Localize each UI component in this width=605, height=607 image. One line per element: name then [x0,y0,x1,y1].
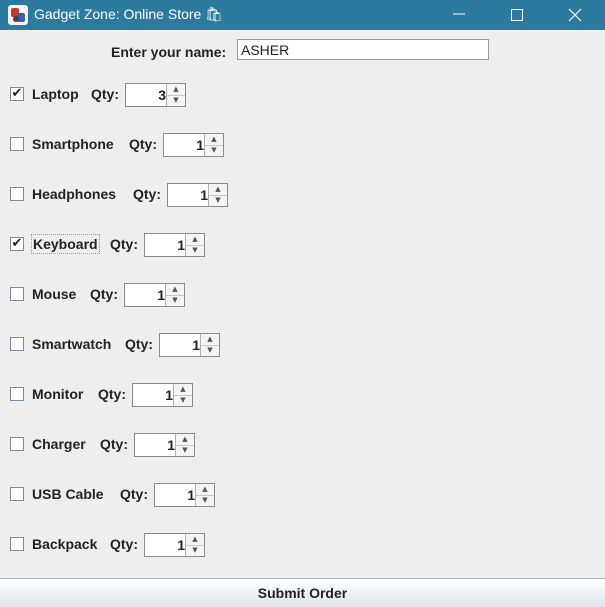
smartphone-label[interactable]: Smartphone [31,136,115,152]
qty-label: Qty: [91,86,119,102]
spinner-down-icon[interactable]: ▼ [209,195,227,206]
qty-label: Qty: [98,386,126,402]
title-bar[interactable]: Gadget Zone: Online Store 🛍 [0,0,605,30]
mouse-label[interactable]: Mouse [31,286,77,302]
product-row-usb-cable: USB Cable Qty: 1 ▲ ▼ [0,483,230,507]
product-row-charger: Charger Qty: 1 ▲ ▼ [0,433,210,457]
smartphone-qty-spinner[interactable]: 1 ▲ ▼ [163,133,224,157]
window-title: Gadget Zone: Online Store 🛍 [34,6,223,22]
charger-checkbox[interactable] [10,437,24,451]
spinner-down-icon[interactable]: ▼ [167,95,185,106]
qty-label: Qty: [110,536,138,552]
submit-order-button[interactable]: Submit Order [0,578,605,607]
smartphone-checkbox[interactable] [10,137,24,151]
qty-label: Qty: [125,336,153,352]
product-row-smartwatch: Smartwatch Qty: 1 ▲ ▼ [0,333,240,357]
usb-cable-qty-spinner[interactable]: 1 ▲ ▼ [154,483,215,507]
mouse-checkbox[interactable] [10,287,24,301]
keyboard-label[interactable]: Keyboard [31,234,100,254]
product-row-laptop: ✔ Laptop Qty: 3 ▲ ▼ [0,83,200,107]
close-button[interactable] [552,0,598,30]
smartphone-qty-value[interactable]: 1 [164,134,204,156]
close-icon [568,8,582,22]
monitor-checkbox[interactable] [10,387,24,401]
headphones-checkbox[interactable] [10,187,24,201]
qty-label: Qty: [120,486,148,502]
maximize-button[interactable] [494,0,540,30]
smartwatch-qty-value[interactable]: 1 [160,334,200,356]
smartwatch-qty-spinner[interactable]: 1 ▲ ▼ [159,333,220,357]
minimize-button[interactable] [436,0,482,30]
qty-label: Qty: [133,186,161,202]
spinner-down-icon[interactable]: ▼ [205,145,223,156]
laptop-label[interactable]: Laptop [31,86,80,102]
usb-cable-checkbox[interactable] [10,487,24,501]
headphones-qty-spinner[interactable]: 1 ▲ ▼ [167,183,228,207]
product-row-mouse: Mouse Qty: 1 ▲ ▼ [0,283,200,307]
product-row-monitor: Monitor Qty: 1 ▲ ▼ [0,383,210,407]
spinner-down-icon[interactable]: ▼ [196,495,214,506]
spinner-down-icon[interactable]: ▼ [186,245,204,256]
monitor-label[interactable]: Monitor [31,386,84,402]
keyboard-checkbox[interactable]: ✔ [10,237,24,251]
product-row-keyboard: ✔ Keyboard Qty: 1 ▲ ▼ [0,233,220,257]
spinner-down-icon[interactable]: ▼ [186,545,204,556]
laptop-checkbox[interactable]: ✔ [10,87,24,101]
spinner-down-icon[interactable]: ▼ [176,445,194,456]
backpack-checkbox[interactable] [10,537,24,551]
qty-label: Qty: [90,286,118,302]
keyboard-qty-spinner[interactable]: 1 ▲ ▼ [144,233,205,257]
laptop-qty-value[interactable]: 3 [126,84,166,106]
product-row-headphones: Headphones Qty: 1 ▲ ▼ [0,183,240,207]
laptop-qty-spinner[interactable]: 3 ▲ ▼ [125,83,186,107]
smartwatch-label[interactable]: Smartwatch [31,336,112,352]
name-input[interactable] [237,39,489,60]
minimize-icon [453,13,465,15]
spinner-down-icon[interactable]: ▼ [201,345,219,356]
monitor-qty-value[interactable]: 1 [133,384,173,406]
monitor-qty-spinner[interactable]: 1 ▲ ▼ [132,383,193,407]
qty-label: Qty: [129,136,157,152]
usb-cable-label[interactable]: USB Cable [31,486,105,502]
backpack-qty-spinner[interactable]: 1 ▲ ▼ [144,533,205,557]
charger-label[interactable]: Charger [31,436,87,452]
spinner-down-icon[interactable]: ▼ [166,295,184,306]
usb-cable-qty-value[interactable]: 1 [155,484,195,506]
name-label: Enter your name: [111,44,227,60]
app-icon [8,5,28,25]
backpack-qty-value[interactable]: 1 [145,534,185,556]
keyboard-qty-value[interactable]: 1 [145,234,185,256]
headphones-label[interactable]: Headphones [31,186,117,202]
maximize-icon [511,9,523,21]
qty-label: Qty: [110,236,138,252]
charger-qty-spinner[interactable]: 1 ▲ ▼ [134,433,195,457]
mouse-qty-value[interactable]: 1 [125,284,165,306]
spinner-down-icon[interactable]: ▼ [174,395,192,406]
charger-qty-value[interactable]: 1 [135,434,175,456]
product-row-backpack: Backpack Qty: 1 ▲ ▼ [0,533,220,557]
smartwatch-checkbox[interactable] [10,337,24,351]
headphones-qty-value[interactable]: 1 [168,184,208,206]
qty-label: Qty: [100,436,128,452]
backpack-label[interactable]: Backpack [31,536,98,552]
mouse-qty-spinner[interactable]: 1 ▲ ▼ [124,283,185,307]
product-row-smartphone: Smartphone Qty: 1 ▲ ▼ [0,133,240,157]
